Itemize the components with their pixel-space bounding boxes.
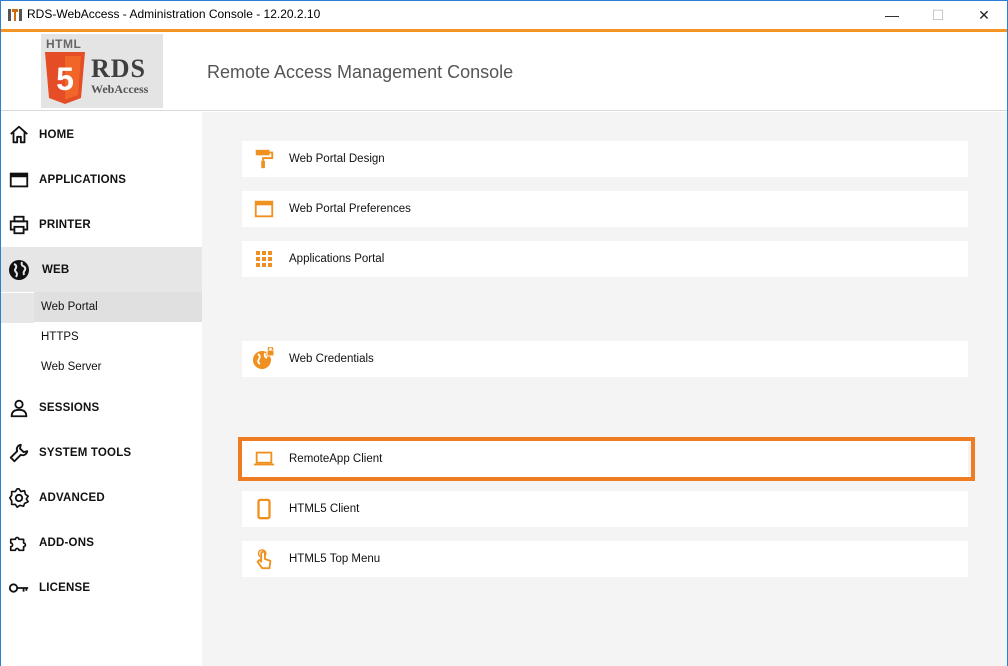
sidebar-item-label: ADD-ONS bbox=[39, 536, 95, 549]
puzzle-icon bbox=[7, 531, 31, 555]
title-bar: RDS-WebAccess - Administration Console -… bbox=[1, 1, 1007, 29]
mobile-icon bbox=[252, 497, 276, 521]
sidebar-item-home[interactable]: HOME bbox=[1, 112, 202, 157]
card-label: HTML5 Top Menu bbox=[289, 553, 381, 565]
grid-icon bbox=[252, 247, 276, 271]
close-button[interactable]: ✕ bbox=[961, 1, 1007, 29]
card-label: HTML5 Client bbox=[289, 503, 360, 515]
paint-roller-icon bbox=[252, 147, 276, 171]
html5-shield-icon: 5 bbox=[45, 52, 85, 104]
laptop-icon bbox=[252, 447, 276, 471]
card-web-portal-design[interactable]: Web Portal Design bbox=[242, 141, 968, 177]
sidebar-subitem-label: HTTPS bbox=[41, 331, 79, 343]
window-icon bbox=[7, 168, 31, 192]
card-label: Web Portal Preferences bbox=[289, 203, 411, 215]
card-label: Web Portal Design bbox=[289, 153, 385, 165]
card-web-portal-preferences[interactable]: Web Portal Preferences bbox=[242, 191, 968, 227]
user-icon bbox=[7, 396, 31, 420]
sidebar-item-label: LICENSE bbox=[39, 581, 91, 594]
maximize-icon: ☐ bbox=[931, 6, 945, 23]
page-title: Remote Access Management Console bbox=[207, 62, 514, 82]
sidebar-subitem-label: Web Portal bbox=[41, 301, 98, 313]
gear-icon bbox=[7, 486, 31, 510]
close-icon: ✕ bbox=[978, 6, 990, 23]
printer-icon bbox=[7, 213, 31, 237]
sidebar-item-label: SYSTEM TOOLS bbox=[39, 446, 132, 459]
submenu-indent bbox=[1, 293, 34, 323]
logo-html-text: HTML bbox=[46, 37, 82, 51]
sidebar-item-sessions[interactable]: SESSIONS bbox=[1, 385, 202, 430]
sidebar-item-label: APPLICATIONS bbox=[39, 173, 127, 186]
card-label: Web Credentials bbox=[289, 353, 374, 365]
sidebar-item-license[interactable]: LICENSE bbox=[1, 565, 202, 610]
card-label: Applications Portal bbox=[289, 253, 385, 265]
sidebar-subitem-web-portal[interactable]: Web Portal bbox=[34, 292, 202, 322]
sidebar-item-advanced[interactable]: ADVANCED bbox=[1, 475, 202, 520]
sidebar-item-label: HOME bbox=[39, 128, 75, 141]
product-logo: HTML 5 RDS WebAccess bbox=[41, 34, 163, 108]
window-title: RDS-WebAccess - Administration Console -… bbox=[27, 7, 321, 21]
logo-webaccess-text: WebAccess bbox=[91, 82, 149, 96]
card-applications-portal[interactable]: Applications Portal bbox=[242, 241, 968, 277]
maximize-button[interactable]: ☐ bbox=[915, 1, 961, 29]
sidebar-item-system-tools[interactable]: SYSTEM TOOLS bbox=[1, 430, 202, 475]
main-content: Web Portal Design Web Portal Preferences… bbox=[202, 112, 1007, 666]
card-html5-top-menu[interactable]: HTML5 Top Menu bbox=[242, 541, 968, 577]
app-icon bbox=[8, 9, 22, 21]
minimize-button[interactable]: — bbox=[869, 1, 915, 29]
sidebar-item-label: SESSIONS bbox=[39, 401, 100, 414]
key-icon bbox=[7, 576, 31, 600]
wrench-icon bbox=[7, 441, 31, 465]
card-html5-client[interactable]: HTML5 Client bbox=[242, 491, 968, 527]
sidebar-item-label: ADVANCED bbox=[39, 491, 105, 504]
sidebar-item-label: WEB bbox=[42, 263, 70, 276]
card-remoteapp-client[interactable]: RemoteApp Client bbox=[242, 441, 968, 477]
logo-five-text: 5 bbox=[56, 61, 74, 97]
header: HTML 5 RDS WebAccess Remote Access Manag… bbox=[1, 32, 1007, 111]
sidebar-item-add-ons[interactable]: ADD-ONS bbox=[1, 520, 202, 565]
sidebar: HOME APPLICATIONS PRINTER WEB Web Portal… bbox=[1, 112, 202, 666]
sidebar-item-printer[interactable]: PRINTER bbox=[1, 202, 202, 247]
sidebar-item-applications[interactable]: APPLICATIONS bbox=[1, 157, 202, 202]
sidebar-item-web[interactable]: WEB bbox=[1, 247, 202, 292]
globe-lock-icon bbox=[252, 347, 276, 371]
app-window: RDS-WebAccess - Administration Console -… bbox=[0, 0, 1008, 666]
globe-icon bbox=[7, 258, 31, 282]
sidebar-item-label: PRINTER bbox=[39, 218, 91, 231]
touch-icon bbox=[252, 547, 276, 571]
home-icon bbox=[7, 123, 31, 147]
minimize-icon: — bbox=[885, 7, 899, 23]
card-label: RemoteApp Client bbox=[289, 453, 383, 465]
logo-rds-text: RDS bbox=[91, 54, 147, 83]
window-icon bbox=[252, 197, 276, 221]
card-web-credentials[interactable]: Web Credentials bbox=[242, 341, 968, 377]
sidebar-subitem-label: Web Server bbox=[41, 361, 102, 373]
sidebar-subitem-web-server[interactable]: Web Server bbox=[34, 352, 202, 382]
sidebar-subitem-https[interactable]: HTTPS bbox=[34, 322, 202, 352]
